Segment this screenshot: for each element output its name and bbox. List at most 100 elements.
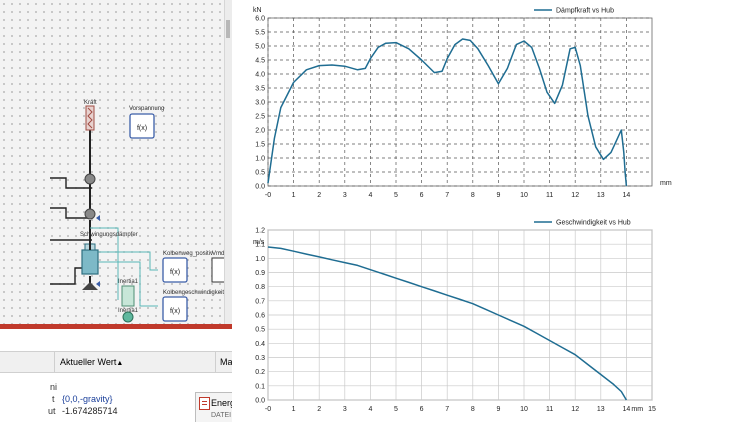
x-tick-label: 4	[368, 406, 372, 413]
legend-label: Dämpfkraft vs Hub	[556, 8, 614, 15]
svg-text:Kolbengeschwindigkeit_positiv: Kolbengeschwindigkeit_positiv	[163, 290, 224, 296]
chart-velocity-vs-stroke: 0.0 0.1 0.2 0.3 0.4 0.5 0.6 0.7 0.8 0.9 1.0 1.1 1.2-…	[240, 214, 710, 422]
property-key: ni	[50, 382, 58, 392]
x-tick-label: 7	[445, 192, 449, 199]
y-tick-label: 4.5	[255, 58, 265, 65]
svg-text:f(x): f(x)	[170, 308, 180, 315]
model-editor-pane: Kraft Schwingungsdämpfer Inertia1 Inerti…	[0, 0, 232, 422]
y-tick-label: 0.7	[255, 298, 265, 305]
x-tick-label: 14	[623, 406, 631, 413]
y-tick-label: 5.0	[255, 44, 265, 51]
x-tick-label: 5	[394, 192, 398, 199]
y-tick-label: 0.4	[255, 341, 265, 348]
x-tick-label: 7	[445, 406, 449, 413]
mass-node-icon[interactable]	[84, 173, 96, 185]
y-axis-label: m/s	[253, 239, 265, 246]
model-diagram-canvas[interactable]: Kraft Schwingungsdämpfer Inertia1 Inerti…	[0, 0, 232, 324]
x-tick-label: 10	[520, 406, 528, 413]
x-tick-label: 13	[597, 192, 605, 199]
x-tick-label: 6	[420, 406, 424, 413]
y-tick-label: 0.6	[255, 313, 265, 320]
property-value: {0,0,-gravity}	[62, 394, 113, 404]
x-tick-label: -0	[265, 406, 271, 413]
y-tick-label: 0.5	[255, 327, 265, 334]
column-header-current-value[interactable]: Aktueller Wert▲	[60, 357, 123, 367]
svg-text:f(x): f(x)	[137, 125, 147, 132]
svg-text:f(x): f(x)	[170, 269, 180, 276]
property-value: -1.674285714	[62, 406, 118, 416]
x-tick-label: 9	[496, 192, 500, 199]
kolbenweg-function-block[interactable]: Kolbenweg_positiv f(x)	[162, 251, 213, 283]
scrollbar-thumb[interactable]	[226, 20, 230, 38]
kolbengeschwindigkeit-function-block[interactable]: Kolbengeschwindigkeit_positiv f(x)	[162, 290, 224, 322]
y-tick-label: 0.0	[255, 184, 265, 191]
x-tick-label: 11	[546, 192, 553, 199]
y-tick-label: 1.5	[255, 142, 265, 149]
x-tick-label: 13	[597, 406, 605, 413]
x-tick-label: 5	[394, 406, 398, 413]
svg-text:Schwingungsdämpfer: Schwingungsdämpfer	[80, 232, 138, 238]
chart-force-svg: 0.0 0.5 1.0 1.5 2.0 2.5 3.0 3.5 4.0 4.5 5.0 5.5 6.0 -…	[253, 7, 672, 199]
y-tick-label: 6.0	[255, 16, 265, 23]
x-tick-label: 9	[496, 406, 500, 413]
x-tick-label: 3	[343, 192, 347, 199]
sort-arrow-icon: ▲	[116, 360, 124, 367]
y-tick-label: 0.1	[255, 383, 265, 390]
y-axis-label: kN	[253, 7, 262, 14]
energy-tab-sublabel: DATEI	[211, 412, 232, 419]
chart-velocity-svg: 0.00.10.20.30.40.50.60.70.80.91.01.11.2-…	[253, 220, 656, 414]
x-tick-label: 6	[420, 192, 424, 199]
x-axis-label: mm	[660, 180, 672, 187]
svg-text:Kolbenweg_positiv: Kolbenweg_positiv	[163, 251, 213, 257]
column-divider[interactable]	[54, 352, 55, 372]
diagram-vertical-scrollbar[interactable]	[224, 0, 232, 324]
x-tick-label: 1	[292, 192, 296, 199]
y-tick-label: 3.5	[255, 86, 265, 93]
y-tick-label: 1.2	[255, 228, 265, 235]
y-tick-label: 0.0	[255, 398, 265, 405]
energy-tab-label: Energ	[211, 398, 232, 408]
column-header-ma[interactable]: Ma	[220, 357, 232, 367]
y-tick-label: 0.5	[255, 170, 265, 177]
y-tick-label: 0.2	[255, 369, 265, 376]
y-tick-label: 1.0	[255, 256, 265, 263]
y-tick-label: 0.8	[255, 284, 265, 291]
x-tick-label: -0	[265, 192, 271, 199]
properties-table-header: Aktueller Wert▲ Ma	[0, 351, 232, 373]
y-tick-label: 5.5	[255, 30, 265, 37]
vmdaten-block[interactable]: Vmdaten	[211, 251, 224, 283]
svg-text:Vmdaten: Vmdaten	[212, 251, 224, 257]
x-axis-label: mm	[631, 406, 643, 413]
x-tick-label: 4	[368, 192, 372, 199]
x-tick-label: 3	[343, 406, 347, 413]
legend-label: Geschwindigkeit vs Hub	[556, 220, 631, 227]
column-divider[interactable]	[215, 352, 216, 372]
chart-force-vs-stroke: 0.0 0.5 1.0 1.5 2.0 2.5 3.0 3.5 4.0 4.5 5.0 5.5 6.0 -…	[240, 0, 710, 205]
x-tick-label: 10	[520, 192, 528, 199]
svg-text:Kraft: Kraft	[84, 100, 97, 106]
x-tick-label: 8	[471, 192, 475, 199]
document-icon	[199, 397, 210, 410]
x-tick-label: 8	[471, 406, 475, 413]
y-tick-label: 0.3	[255, 355, 265, 362]
mass-node-icon[interactable]	[84, 208, 96, 220]
x-tick-label: 11	[546, 406, 553, 413]
x-tick-label: 12	[571, 406, 579, 413]
x-tick-label: 14	[623, 192, 631, 199]
property-key: t	[52, 394, 55, 404]
energy-window-tab[interactable]: Energ DATEI	[195, 392, 232, 422]
y-tick-label: 0.9	[255, 270, 265, 277]
vorspannung-function-block[interactable]: Vorspannung f(x)	[129, 106, 164, 139]
y-tick-label: 1.0	[255, 156, 265, 163]
y-tick-label: 2.5	[255, 114, 265, 121]
y-tick-label: 2.0	[255, 128, 265, 135]
x-tick-label: 15	[648, 406, 656, 413]
x-tick-label: 12	[571, 192, 579, 199]
x-tick-label: 1	[292, 406, 296, 413]
svg-text:Inertia1: Inertia1	[118, 279, 139, 285]
svg-text:Vorspannung: Vorspannung	[129, 106, 164, 112]
y-tick-label: 4.0	[255, 72, 265, 79]
x-tick-label: 2	[317, 406, 321, 413]
inertia-block-icon[interactable]: Inertia1 Inertia1	[118, 279, 139, 323]
kraft-spring-icon[interactable]: Kraft	[84, 100, 97, 131]
